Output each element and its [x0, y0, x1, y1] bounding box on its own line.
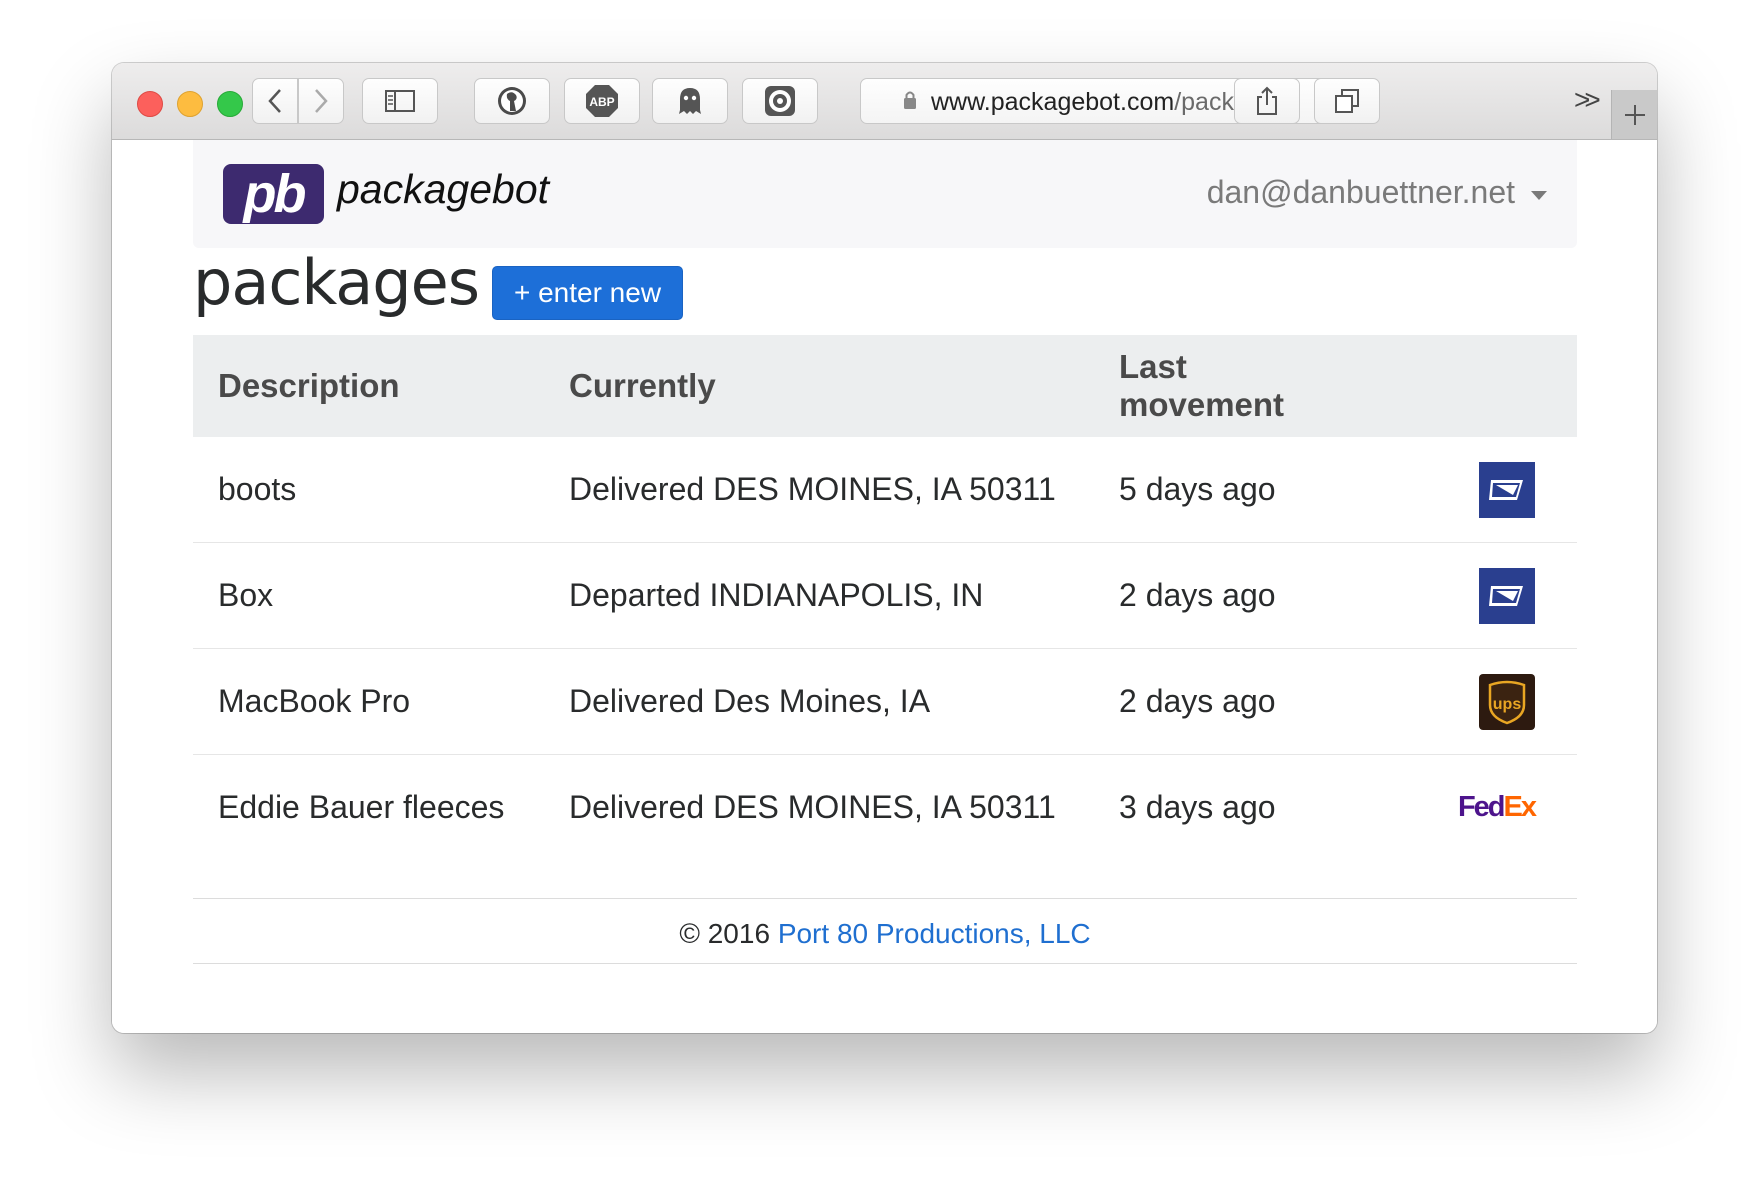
cell-carrier: [1324, 437, 1577, 543]
cell-carrier: FedEx: [1324, 755, 1577, 861]
close-window-button[interactable]: [137, 91, 163, 117]
header-currently: Currently: [544, 335, 1094, 437]
share-icon: [1257, 86, 1277, 115]
cell-carrier: [1324, 542, 1577, 649]
tab-overview-button[interactable]: [1314, 78, 1380, 124]
caret-down-icon: [1531, 191, 1547, 200]
footer-divider-top: [193, 898, 1577, 899]
chevron-left-icon: [268, 89, 281, 113]
ups-logo-icon: ups: [1479, 673, 1535, 730]
duckduckgo-icon: [498, 87, 526, 115]
copyright-text: © 2016: [679, 918, 771, 949]
tabs-icon: [1335, 89, 1359, 113]
brand-name[interactable]: packagebot: [337, 166, 549, 213]
lock-icon: [904, 91, 916, 109]
table-row[interactable]: boots Delivered DES MOINES, IA 50311 5 d…: [193, 437, 1577, 543]
sidebar-icon: [385, 90, 415, 112]
usps-logo-icon: [1479, 461, 1535, 518]
camera-lens-icon: [765, 86, 795, 116]
enter-new-button[interactable]: + enter new: [492, 266, 683, 320]
table-row[interactable]: Box Departed INDIANAPOLIS, IN 2 days ago: [193, 542, 1577, 649]
minimize-window-button[interactable]: [177, 91, 203, 117]
share-button[interactable]: [1234, 78, 1300, 124]
adblock-extension-button[interactable]: ABP: [564, 78, 640, 124]
user-menu[interactable]: dan@danbuettner.net: [1207, 174, 1547, 211]
cell-description: Box: [193, 542, 544, 649]
ghostery-extension-button[interactable]: [652, 78, 728, 124]
sidebar-button[interactable]: [362, 78, 438, 124]
usps-logo-icon: [1479, 567, 1535, 624]
plus-icon: [1625, 104, 1645, 125]
ghostery-icon: [679, 88, 701, 114]
cell-carrier: ups: [1324, 648, 1577, 755]
forward-button[interactable]: [298, 78, 344, 124]
page-content: pb packagebot dan@danbuettner.net packag…: [112, 140, 1657, 1033]
duckduckgo-extension-button[interactable]: [474, 78, 550, 124]
site-navbar: pb packagebot dan@danbuettner.net: [193, 140, 1577, 248]
cell-description: boots: [193, 437, 544, 543]
logo[interactable]: pb: [223, 164, 324, 224]
svg-text:ABP: ABP: [589, 95, 614, 109]
back-button[interactable]: [252, 78, 298, 124]
page-title: packages: [193, 246, 480, 319]
cell-currently: Delivered Des Moines, IA: [544, 648, 1094, 755]
cell-description: MacBook Pro: [193, 648, 544, 755]
lens-extension-button[interactable]: [742, 78, 818, 124]
header-carrier: [1324, 335, 1577, 437]
cell-currently: Delivered DES MOINES, IA 50311: [544, 437, 1094, 543]
adblock-plus-icon: ABP: [586, 85, 618, 117]
table-row[interactable]: Eddie Bauer fleeces Delivered DES MOINES…: [193, 755, 1577, 861]
browser-window: ABP www.packagebot.com/packages >> pb pa…: [112, 63, 1657, 1033]
table-row[interactable]: MacBook Pro Delivered Des Moines, IA 2 d…: [193, 648, 1577, 755]
table-header-row: Description Currently Last movement: [193, 335, 1577, 437]
user-email: dan@danbuettner.net: [1206, 174, 1515, 210]
chevron-right-icon: [315, 89, 328, 113]
cell-last-movement: 2 days ago: [1094, 542, 1324, 649]
toolbar-overflow-icon[interactable]: >>: [1574, 84, 1601, 116]
cell-currently: Departed INDIANAPOLIS, IN: [544, 542, 1094, 649]
footer-divider-bottom: [193, 963, 1577, 964]
browser-toolbar: ABP www.packagebot.com/packages >>: [112, 63, 1657, 140]
packages-table: Description Currently Last movement boot…: [193, 335, 1577, 860]
zoom-window-button[interactable]: [217, 91, 243, 117]
header-last-movement: Last movement: [1094, 335, 1324, 437]
new-tab-button[interactable]: [1611, 90, 1657, 139]
cell-description: Eddie Bauer fleeces: [218, 789, 505, 825]
header-description: Description: [193, 335, 544, 437]
cell-last-movement: 5 days ago: [1094, 437, 1324, 543]
cell-last-movement: 3 days ago: [1119, 789, 1276, 825]
cell-last-movement: 2 days ago: [1094, 648, 1324, 755]
cell-currently: Delivered DES MOINES, IA 50311: [569, 789, 1056, 825]
svg-text:ups: ups: [1493, 696, 1522, 713]
fedex-logo-icon: FedEx: [1457, 791, 1537, 823]
url-host: www.packagebot.com: [931, 88, 1175, 116]
footer: © 2016 Port 80 Productions, LLC: [193, 918, 1577, 950]
company-link[interactable]: Port 80 Productions, LLC: [778, 918, 1091, 949]
